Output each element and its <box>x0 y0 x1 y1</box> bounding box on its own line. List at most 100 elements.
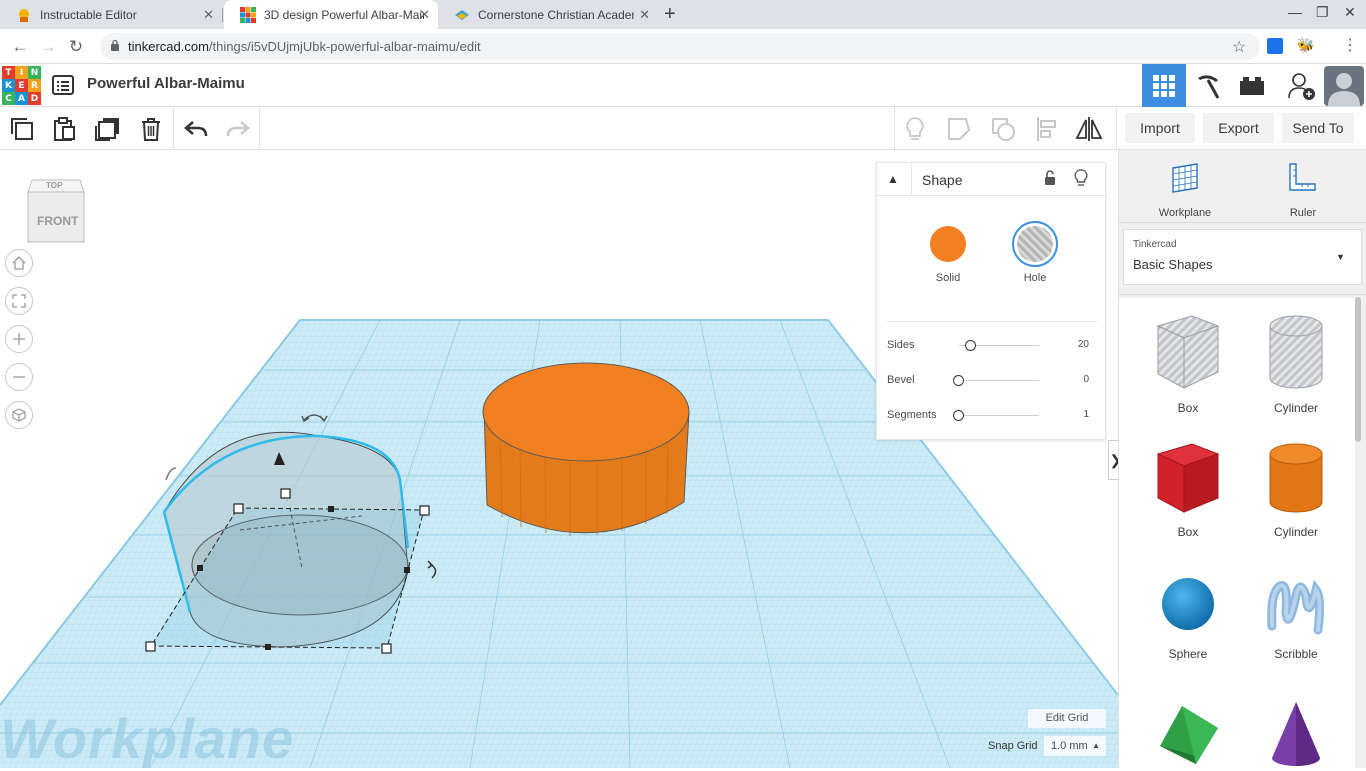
bricks-button[interactable] <box>1230 64 1274 107</box>
close-tab-icon[interactable]: ✕ <box>639 7 650 23</box>
shape-roof[interactable] <box>1138 698 1238 771</box>
zoom-out-button[interactable] <box>5 363 33 391</box>
browser-tab-cornerstone[interactable]: Cornerstone Christian Academy ✕ <box>438 0 658 29</box>
redo-button[interactable] <box>224 115 252 143</box>
shape-label: Sphere <box>1168 647 1208 661</box>
design-list-icon[interactable] <box>52 75 74 100</box>
back-arrow-icon[interactable]: ← <box>8 35 32 59</box>
design-title[interactable]: Powerful Albar-Maimu <box>87 75 245 92</box>
fit-view-button[interactable] <box>5 287 33 315</box>
reload-icon[interactable]: ↻ <box>64 35 88 59</box>
toolbar-divider <box>894 107 895 150</box>
browser-tab-instructable[interactable]: Instructable Editor ✕ <box>0 0 222 29</box>
logo-letter: T <box>2 66 15 79</box>
extension-icon[interactable] <box>1267 38 1283 54</box>
shape-scribble[interactable]: Scribble <box>1246 572 1346 661</box>
bevel-value[interactable]: 0 <box>1083 374 1089 385</box>
home-view-button[interactable] <box>5 249 33 277</box>
shape-box-solid[interactable]: Box <box>1138 440 1238 539</box>
fit-icon <box>12 294 26 308</box>
chevron-down-icon: ▼ <box>1336 252 1345 262</box>
bookmark-star-icon[interactable]: ☆ <box>1232 37 1246 57</box>
lightbulb-icon[interactable] <box>1074 169 1088 192</box>
shape-box-hole[interactable]: Box <box>1138 312 1238 415</box>
import-button[interactable]: Import <box>1125 113 1195 143</box>
add-user-button[interactable] <box>1280 64 1324 107</box>
cylinder-solid-icon <box>1269 443 1323 513</box>
shape-cylinder-solid[interactable]: Cylinder <box>1246 440 1346 539</box>
workplane-tool[interactable]: Workplane <box>1147 162 1223 219</box>
lock-icon[interactable] <box>1043 170 1057 191</box>
sides-slider[interactable] <box>965 340 976 351</box>
ungroup-button[interactable] <box>989 115 1017 143</box>
ruler-icon <box>1289 163 1316 191</box>
shape-library-select[interactable]: Tinkercad Basic Shapes ▼ <box>1123 229 1362 285</box>
restore-window-icon[interactable]: ❐ <box>1316 4 1329 21</box>
url-input[interactable]: tinkercad.com /things/i5vDUjmjUbk-powerf… <box>100 33 1260 60</box>
delete-button[interactable] <box>137 115 165 143</box>
close-tab-icon[interactable]: ✕ <box>419 7 430 23</box>
copy-button[interactable] <box>8 115 36 143</box>
show-notes-button[interactable] <box>901 115 929 143</box>
export-button[interactable]: Export <box>1203 113 1274 143</box>
caret-up-icon: ▲ <box>1092 741 1100 750</box>
shape-cone[interactable] <box>1246 698 1346 771</box>
view-cube[interactable]: TOP FRONT <box>24 172 88 246</box>
lock-icon <box>110 39 120 54</box>
group-button[interactable] <box>945 115 973 143</box>
shape-inspector: ▲ Shape Solid Hole Sides 20 Bevel 0 Segm… <box>876 162 1106 440</box>
bevel-label: Bevel <box>887 374 915 386</box>
ruler-tool[interactable]: Ruler <box>1265 162 1341 219</box>
segments-value[interactable]: 1 <box>1083 409 1089 420</box>
user-avatar[interactable] <box>1324 66 1364 106</box>
snap-grid-select[interactable]: 1.0 mm ▲ <box>1044 736 1106 756</box>
scribble-icon <box>1267 579 1325 635</box>
send-to-button[interactable]: Send To <box>1282 113 1354 143</box>
browser-menu-icon[interactable]: ⋮ <box>1342 35 1358 55</box>
logo-letter: I <box>15 66 28 79</box>
new-tab-button[interactable]: + <box>664 3 676 26</box>
extension-icon[interactable]: 🐝 <box>1297 37 1314 54</box>
orange-cylinder[interactable] <box>482 362 690 536</box>
panel-scrollbar[interactable] <box>1355 297 1361 442</box>
hole-button[interactable] <box>1012 221 1058 267</box>
zoom-in-button[interactable] <box>5 325 33 353</box>
grid-view-icon <box>1153 74 1175 97</box>
paste-icon <box>54 117 75 141</box>
align-button[interactable] <box>1033 115 1061 143</box>
edit-toolbar: Import Export Send To <box>0 107 1366 150</box>
tinkercad-logo[interactable]: T I N K E R C A D <box>2 66 41 105</box>
forward-arrow-icon[interactable]: → <box>36 35 60 59</box>
tab-title: Cornerstone Christian Academy <box>478 7 634 22</box>
blocks-button[interactable] <box>1186 64 1230 107</box>
browser-tab-bar: Instructable Editor ✕ 3D design Powerful… <box>0 0 1366 29</box>
duplicate-button[interactable] <box>94 115 122 143</box>
shape-label: Scribble <box>1274 647 1318 661</box>
tab-title: 3D design Powerful Albar-Maimu <box>264 7 424 22</box>
perspective-button[interactable] <box>5 401 33 429</box>
close-window-icon[interactable]: ✕ <box>1344 4 1356 21</box>
trash-icon <box>142 118 160 141</box>
logo-letter: N <box>28 66 41 79</box>
segments-slider[interactable] <box>953 410 964 421</box>
solid-label: Solid <box>935 272 961 284</box>
mirror-button[interactable] <box>1075 115 1103 143</box>
browser-tab-tinkercad[interactable]: 3D design Powerful Albar-Maimu ✕ <box>224 0 438 29</box>
shape-sphere[interactable]: Sphere <box>1138 572 1238 661</box>
close-tab-icon[interactable]: ✕ <box>203 7 214 23</box>
toolbar-divider <box>259 107 260 150</box>
paste-button[interactable] <box>50 115 78 143</box>
segments-track <box>959 415 1039 416</box>
hole-label: Hole <box>1023 272 1047 284</box>
edit-grid-button[interactable]: Edit Grid <box>1028 709 1106 728</box>
panel-divider <box>1119 294 1366 295</box>
bevel-slider[interactable] <box>953 375 964 386</box>
solid-color-button[interactable] <box>930 226 966 262</box>
minimize-window-icon[interactable]: — <box>1288 4 1302 20</box>
undo-button[interactable] <box>182 115 210 143</box>
3d-view-button[interactable] <box>1142 64 1186 107</box>
collapse-panel-icon[interactable]: ▲ <box>887 172 899 186</box>
view-cube-front-label: FRONT <box>37 214 79 228</box>
shape-cylinder-hole[interactable]: Cylinder <box>1246 312 1346 415</box>
sides-value[interactable]: 20 <box>1078 339 1089 350</box>
